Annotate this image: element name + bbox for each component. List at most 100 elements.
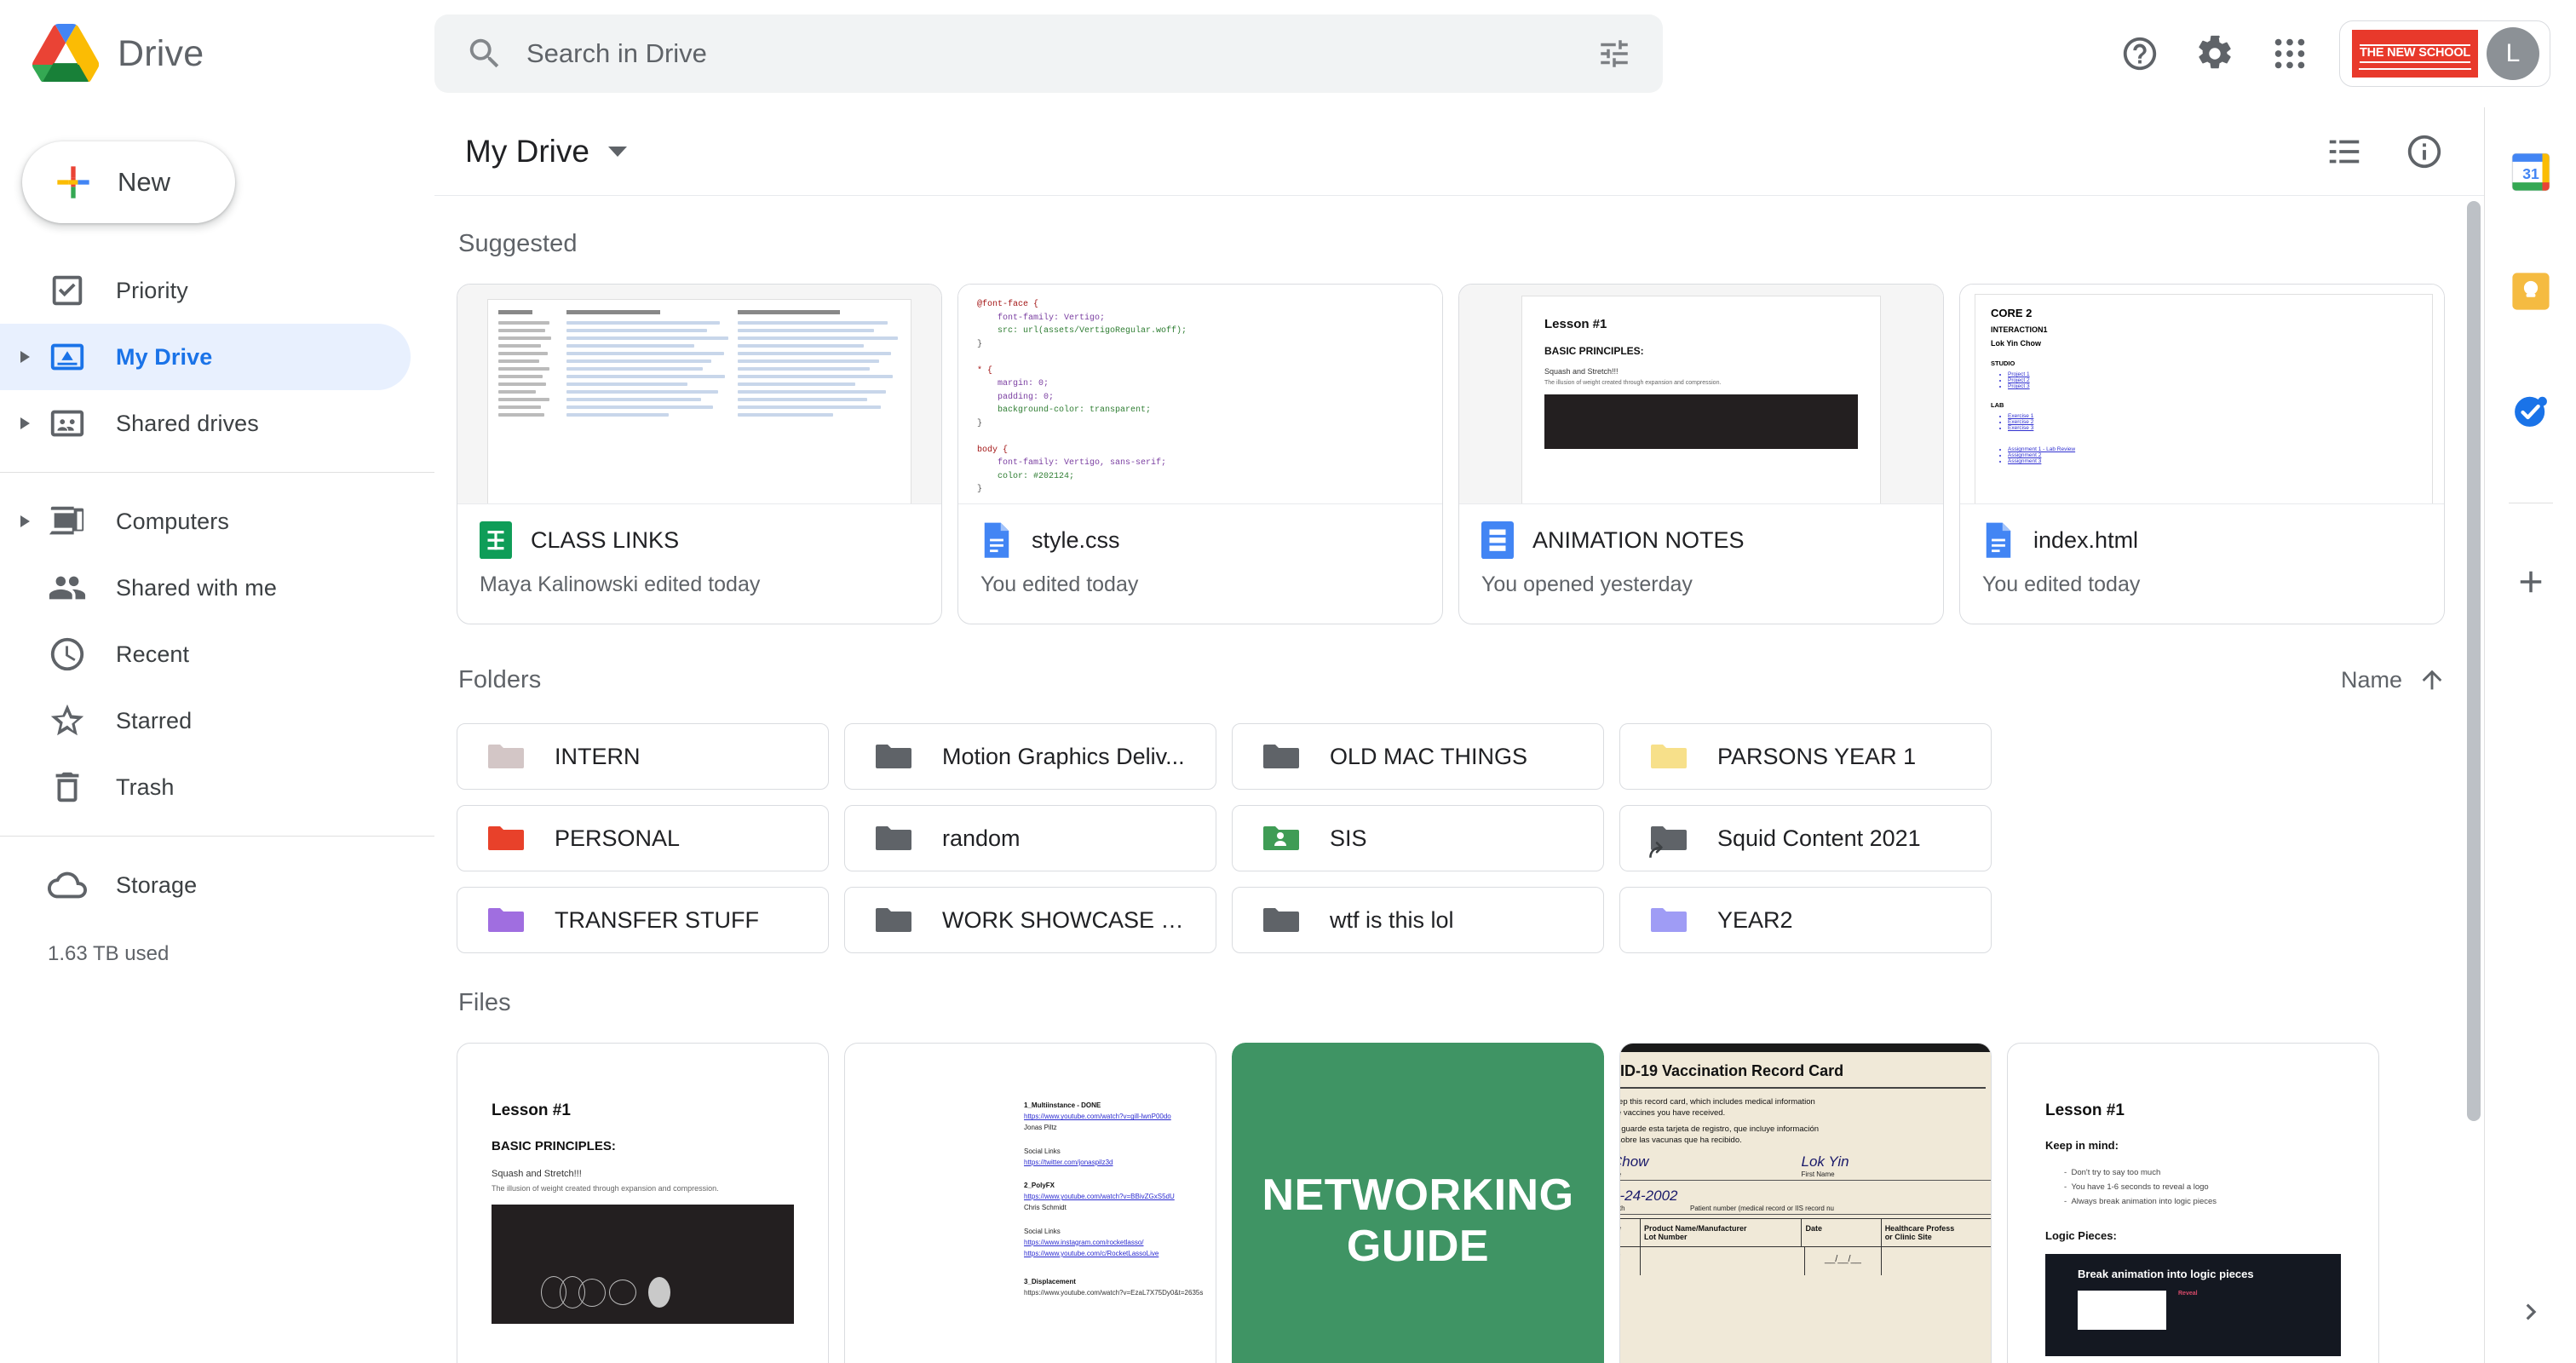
file-subtitle: You edited today [980,572,1139,596]
html-link[interactable]: Exercise 3 [2008,425,2417,431]
html-title: CORE 2 [1991,307,2033,319]
suggested-card[interactable]: CORE 2 INTERACTION1 Lok Yin Chow STUDIO … [1959,284,2445,624]
search-options-icon[interactable] [1596,36,1632,72]
top-bar: Drive THE NEW SCHOOL L [0,0,2576,107]
suggested-card[interactable]: Lesson #1 BASIC PRINCIPLES: Squash and S… [1458,284,1944,624]
sidebar-item-starred[interactable]: Starred [0,687,411,754]
html-link[interactable]: Project 1 [2008,371,2417,377]
vax-label-first: First Name [1801,1170,1835,1178]
html-link[interactable]: Assignment 2 [2008,452,2417,458]
file-card[interactable]: Lesson #1 Keep in mind: - Don't try to s… [2007,1043,2379,1363]
sidebar-item-trash[interactable]: Trash [0,754,411,820]
sort-control[interactable]: Name [2329,658,2458,701]
new-button[interactable]: New [22,141,235,223]
doc-entry-title: Social Links [1024,1147,1061,1155]
sidebar-item-shared-drives[interactable]: Shared drives [0,390,411,457]
file-name: index.html [2033,526,2139,553]
sidebar-item-recent[interactable]: Recent [0,621,411,687]
new-button-label: New [118,167,171,197]
folder-card[interactable]: wtf is this lol [1232,887,1604,953]
sidebar-item-computers[interactable]: Computers [0,488,411,555]
html-link[interactable]: Project 3 [2008,383,2417,389]
doc-entry-link[interactable]: https://www.instagram.com/rocketlasso/ [1024,1237,1216,1248]
settings-button[interactable] [2177,16,2252,91]
folder-card[interactable]: YEAR2 [1619,887,1992,953]
thumb-heading: BASIC PRINCIPLES: [492,1139,616,1153]
folder-card[interactable]: WORK SHOWCASE M... [844,887,1216,953]
file-meta: index.html [1960,504,2444,559]
google-tasks-button[interactable] [2498,378,2563,443]
folder-icon [1262,741,1299,772]
file-thumbnail: Lesson #1 BASIC PRINCIPLES: Squash and S… [1459,285,1943,504]
chevron-down-icon[interactable] [607,146,627,157]
brand-area[interactable]: Drive [0,24,434,83]
sidebar-item-label: Starred [116,707,193,733]
search-input[interactable] [526,38,1596,69]
file-card[interactable]: VID-19 Vaccination Record Card keep this… [1619,1043,1992,1363]
vax-text3: or, guarde esta tarjeta de registro, que… [1620,1124,1820,1134]
list-view-button[interactable] [2307,114,2382,189]
search-bar[interactable] [434,14,1663,93]
plus-icon [2520,571,2541,593]
folder-icon [1649,905,1687,935]
organization-logo-text: THE NEW SCHOOL [2359,44,2470,63]
folder-card[interactable]: Squid Content 2021 [1619,805,1992,871]
shared-drives-icon [48,404,87,443]
google-apps-button[interactable] [2252,16,2327,91]
vax-label-patient: Patient number (medical record or IIS re… [1690,1205,1834,1212]
folder-card[interactable]: Motion Graphics Deliv... [844,723,1216,790]
breadcrumb[interactable]: My Drive [453,125,639,178]
expand-caret-icon[interactable] [20,351,30,363]
html-link[interactable]: Assignment 3 [2008,458,2417,464]
expand-panel-button[interactable] [2505,1286,2556,1337]
vertical-scrollbar[interactable] [2467,201,2481,1308]
folder-card[interactable]: PARSONS YEAR 1 [1619,723,1992,790]
doc-entry-link[interactable]: https://www.youtube.com/watch?v=BBivZGxS… [1024,1191,1216,1202]
details-button[interactable] [2387,114,2462,189]
expand-caret-icon[interactable] [20,417,30,429]
folder-card[interactable]: random [844,805,1216,871]
help-button[interactable] [2102,16,2177,91]
folder-card[interactable]: OLD MAC THINGS [1232,723,1604,790]
expand-caret-icon[interactable] [20,515,30,527]
sidebar-item-shared-with-me[interactable]: Shared with me [0,555,411,621]
file-thumbnail: Lesson #1 BASIC PRINCIPLES: Squash and S… [457,1044,828,1363]
suggested-heading: Suggested [458,230,578,257]
file-card[interactable]: 1_Multiinstance - DONE https://www.youtu… [844,1043,1216,1363]
html-link[interactable]: Assignment 1 - Lab Review [2008,446,2417,452]
folder-icon [486,905,524,935]
header-tools [2307,114,2484,189]
folders-heading: Folders [458,665,542,693]
folder-name: OLD MAC THINGS [1330,743,1528,769]
avatar[interactable]: L [2487,27,2539,80]
sidebar-item-storage[interactable]: Storage [0,852,411,918]
doc-entry-link[interactable]: https://twitter.com/jonaspilz3d [1024,1157,1216,1168]
folder-card[interactable]: SIS [1232,805,1604,871]
file-thumbnail: NETWORKING GUIDE [1232,1043,1604,1363]
html-link[interactable]: Exercise 2 [2008,419,2417,425]
scrollbar-thumb[interactable] [2467,201,2481,1121]
doc-entry-title: 1_Multiinstance - DONE [1024,1101,1101,1109]
sidebar-nav: Priority My Drive Shared drives Computer… [0,257,434,966]
suggested-card[interactable]: CLASS LINKS Maya Kalinowski edited today [457,284,942,624]
add-addon-button[interactable] [2498,549,2563,614]
google-calendar-button[interactable]: 31 [2498,140,2563,204]
file-card[interactable]: NETWORKING GUIDE [1232,1043,1604,1363]
file-card[interactable]: Lesson #1 BASIC PRINCIPLES: Squash and S… [457,1043,829,1363]
account-chip[interactable]: THE NEW SCHOOL L [2339,20,2550,87]
sidebar-item-my-drive[interactable]: My Drive [0,324,411,390]
html-link[interactable]: Project 2 [2008,377,2417,383]
folder-name: PERSONAL [555,825,681,851]
html-link[interactable]: Exercise 1 [2008,413,2417,419]
calendar-icon: 31 [2511,152,2550,192]
google-keep-button[interactable] [2498,259,2563,324]
sidebar-item-priority[interactable]: Priority [0,257,411,324]
doc-entry-link[interactable]: https://www.youtube.com/watch?v=EzaL7X75… [1024,1287,1216,1298]
doc-entry-link[interactable]: https://www.youtube.com/watch?v=gill-lwn… [1024,1111,1216,1122]
folder-card[interactable]: INTERN [457,723,829,790]
folder-card[interactable]: PERSONAL [457,805,829,871]
folder-card[interactable]: TRANSFER STUFF [457,887,829,953]
suggested-card[interactable]: @font-face { font-family: Vertigo; src: … [957,284,1443,624]
sidebar-item-label: Trash [116,774,175,800]
doc-entry-link[interactable]: https://www.youtube.com/c/RocketLassoLiv… [1024,1248,1216,1259]
